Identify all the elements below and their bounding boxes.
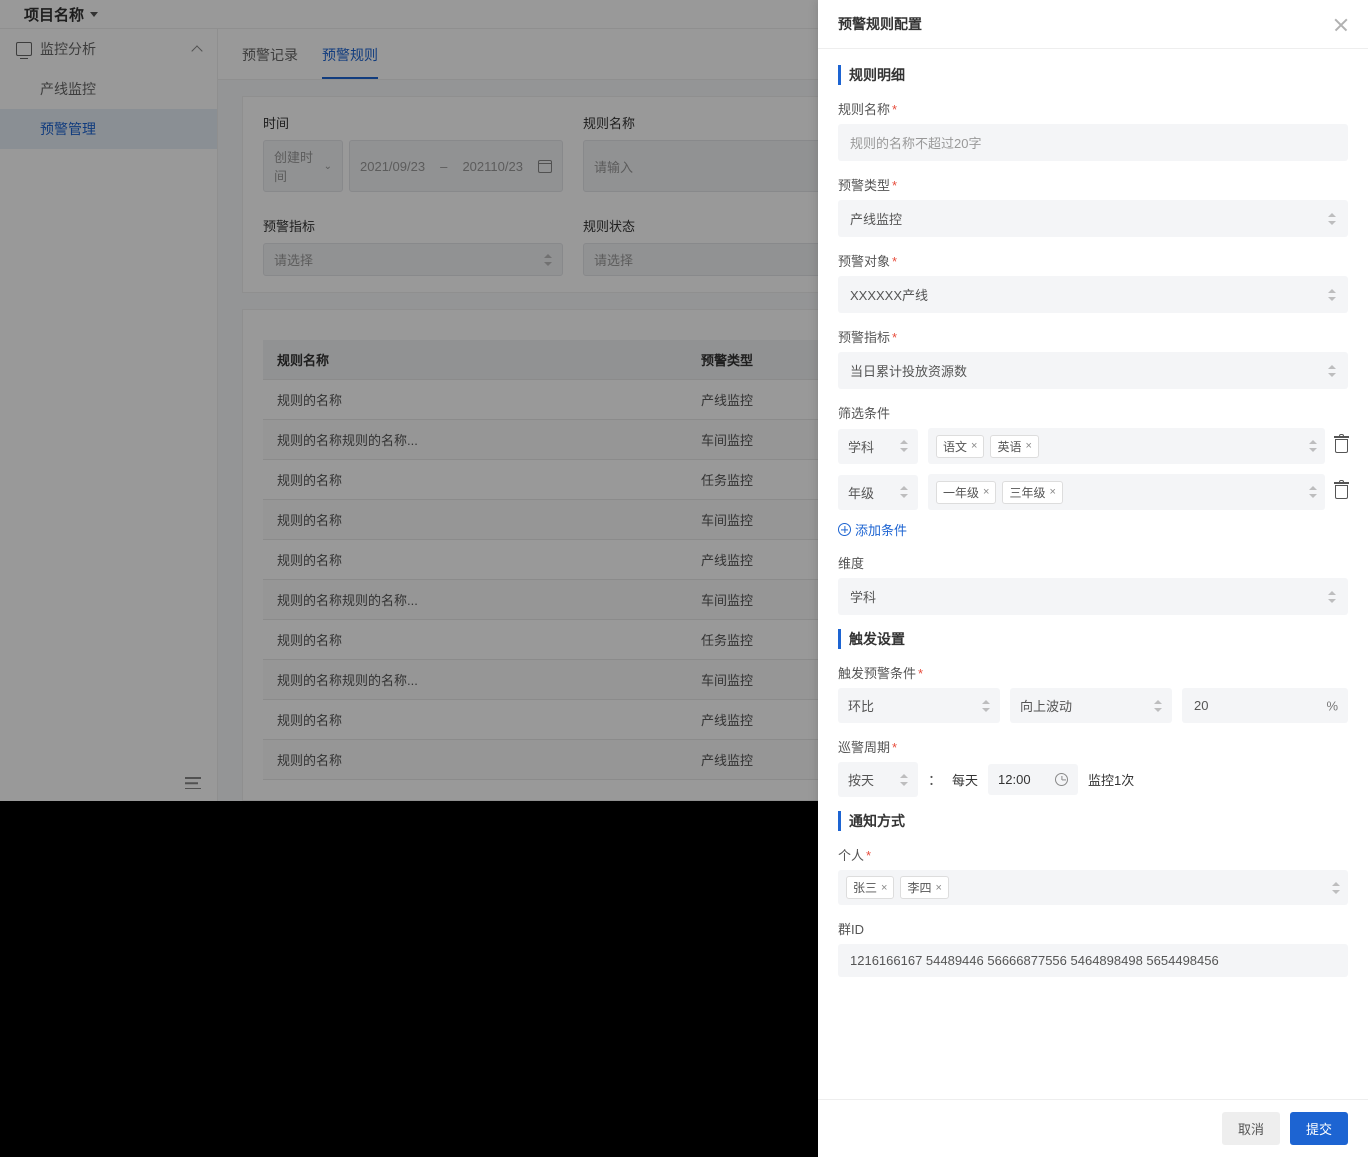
- cycle-every: 每天: [952, 770, 978, 789]
- trigger-dir-select[interactable]: 向上波动: [1010, 688, 1172, 723]
- tag-remove-icon[interactable]: ×: [881, 882, 887, 894]
- dim-select[interactable]: 学科: [838, 578, 1348, 615]
- tag: 三年级×: [1002, 481, 1062, 504]
- tag-remove-icon[interactable]: ×: [983, 486, 989, 498]
- alert-indicator-select[interactable]: 当日累计投放资源数: [838, 352, 1348, 389]
- sort-icon: [1332, 882, 1340, 894]
- dim-label: 维度: [838, 553, 1348, 572]
- drawer-config: 预警规则配置 规则明细 规则名称* 规则的名称不超过20字 预警类型* 产线监控…: [818, 0, 1368, 1157]
- cycle-sep: ：: [928, 770, 942, 790]
- alert-indicator-label: 预警指标*: [838, 327, 1348, 346]
- drawer-title: 预警规则配置: [838, 14, 922, 34]
- alert-target-label: 预警对象*: [838, 251, 1348, 270]
- tag: 一年级×: [936, 481, 996, 504]
- sort-icon: [1309, 440, 1317, 452]
- filter2-field-select[interactable]: 年级: [838, 475, 918, 510]
- sort-icon: [900, 440, 908, 452]
- alert-target-select[interactable]: XXXXXX产线: [838, 276, 1348, 313]
- tag: 语文×: [936, 435, 984, 458]
- sort-icon: [1328, 213, 1336, 225]
- cycle-count: 监控1次: [1088, 770, 1134, 789]
- filter-cond-label: 筛选条件: [838, 403, 1348, 422]
- sort-icon: [1328, 365, 1336, 377]
- tag-remove-icon[interactable]: ×: [1025, 440, 1031, 452]
- submit-button[interactable]: 提交: [1290, 1112, 1348, 1145]
- sort-icon: [1328, 591, 1336, 603]
- close-icon[interactable]: [1334, 17, 1348, 31]
- cycle-label: 巡警周期*: [838, 737, 1348, 756]
- sort-icon: [900, 774, 908, 786]
- tag: 李四×: [900, 876, 948, 899]
- person-select[interactable]: 张三× 李四×: [838, 870, 1348, 905]
- trigger-label: 触发预警条件*: [838, 663, 1348, 682]
- sort-icon: [982, 700, 990, 712]
- rule-name-input[interactable]: 规则的名称不超过20字: [838, 124, 1348, 161]
- sort-icon: [900, 486, 908, 498]
- add-condition-link[interactable]: 添加条件: [838, 520, 907, 539]
- cycle-unit-select[interactable]: 按天: [838, 762, 918, 797]
- cancel-button[interactable]: 取消: [1222, 1112, 1280, 1145]
- section-trigger: 触发设置: [838, 629, 1348, 649]
- tag-remove-icon[interactable]: ×: [935, 882, 941, 894]
- filter1-value-select[interactable]: 语文× 英语×: [928, 428, 1325, 464]
- section-detail: 规则明细: [838, 65, 1348, 85]
- rule-name-label: 规则名称*: [838, 99, 1348, 118]
- tag-remove-icon[interactable]: ×: [971, 440, 977, 452]
- sort-icon: [1309, 486, 1317, 498]
- trigger-op-select[interactable]: 环比: [838, 688, 1000, 723]
- alert-type-label: 预警类型*: [838, 175, 1348, 194]
- cycle-time-input[interactable]: 12:00: [988, 764, 1078, 795]
- sort-icon: [1328, 289, 1336, 301]
- clock-icon: [1055, 773, 1068, 786]
- group-input[interactable]: 1216166167 54489446 56666877556 54648984…: [838, 944, 1348, 977]
- group-label: 群ID: [838, 919, 1348, 938]
- filter1-field-select[interactable]: 学科: [838, 429, 918, 464]
- unit: %: [1326, 698, 1338, 713]
- alert-type-select[interactable]: 产线监控: [838, 200, 1348, 237]
- tag-remove-icon[interactable]: ×: [1049, 486, 1055, 498]
- tag: 英语×: [990, 435, 1038, 458]
- filter2-value-select[interactable]: 一年级× 三年级×: [928, 474, 1325, 510]
- person-label: 个人*: [838, 845, 1348, 864]
- section-notify: 通知方式: [838, 811, 1348, 831]
- tag: 张三×: [846, 876, 894, 899]
- delete-icon[interactable]: [1335, 485, 1348, 499]
- sort-icon: [1154, 700, 1162, 712]
- plus-circle-icon: [838, 523, 851, 536]
- delete-icon[interactable]: [1335, 439, 1348, 453]
- trigger-val-input[interactable]: 20 %: [1182, 688, 1348, 723]
